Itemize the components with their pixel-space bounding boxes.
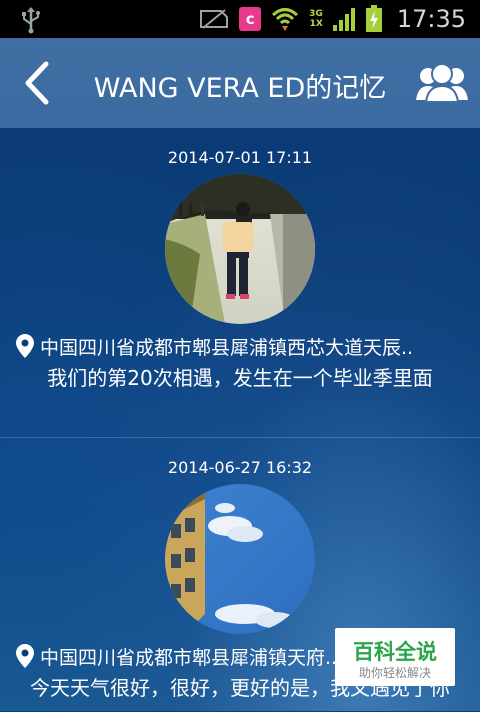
watermark-subtitle: 助你轻松解决 bbox=[358, 666, 431, 680]
memory-entry[interactable]: 2014-07-01 17:11 中国四川省成都市郫县犀浦镇西芯大道天辰.. 我… bbox=[0, 128, 480, 437]
location-text: 中国四川省成都市郫县犀浦镇西芯大道天辰.. bbox=[40, 336, 414, 359]
signal-icon bbox=[332, 8, 355, 31]
clock: 17:35 bbox=[396, 5, 466, 33]
entry-date: 2014-07-01 17:11 bbox=[167, 148, 313, 167]
page-title: WANG VERA ED的记忆 bbox=[93, 73, 387, 104]
wifi-icon bbox=[272, 8, 299, 31]
battery-charging-icon bbox=[365, 5, 382, 32]
photo-blue-sky bbox=[165, 484, 315, 634]
app-header: WANG VERA ED的记忆 bbox=[0, 38, 480, 128]
friends-button[interactable] bbox=[416, 62, 468, 104]
entry-date: 2014-06-27 16:32 bbox=[167, 458, 313, 477]
location-row: 中国四川省成都市郫县犀浦镇西芯大道天辰.. bbox=[16, 333, 470, 359]
photo-girl-walking bbox=[165, 174, 315, 324]
usb-icon bbox=[22, 7, 40, 34]
location-pin-icon bbox=[16, 644, 34, 668]
people-group-icon bbox=[416, 63, 468, 103]
memory-photo[interactable] bbox=[165, 484, 315, 634]
status-bar: c 3G 1X 17:35 bbox=[0, 0, 480, 38]
no-sim-icon bbox=[200, 9, 229, 29]
location-pin-icon bbox=[16, 334, 34, 358]
watermark-title: 百科全说 bbox=[353, 640, 437, 664]
memory-photo[interactable] bbox=[165, 174, 315, 324]
c-app-icon: c bbox=[239, 7, 262, 31]
location-text: 中国四川省成都市郫县犀浦镇天府.. bbox=[40, 646, 338, 669]
network-type: 3G 1X bbox=[309, 9, 323, 29]
memory-text: 我们的第20次相遇，发生在一个毕业季里面 bbox=[47, 366, 433, 390]
watermark-logo: 百科全说 助你轻松解决 bbox=[335, 628, 455, 686]
